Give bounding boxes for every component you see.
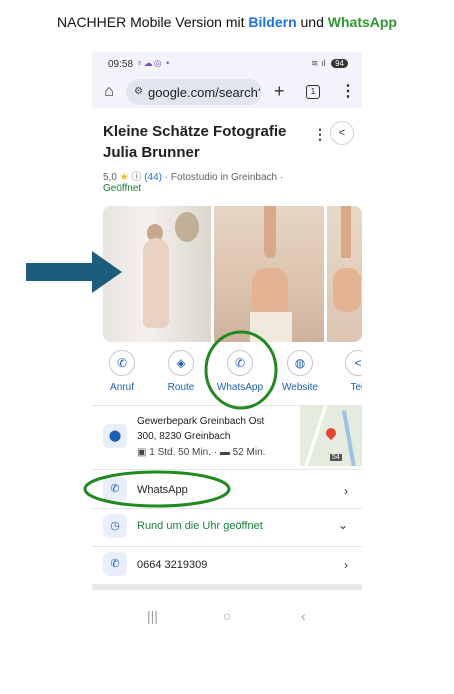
phone-screen: 09:58 ♆☁◎ • ≋ ıl 94 ⌂ ⚙ google.com/searc… bbox=[92, 52, 362, 642]
tabs-icon[interactable]: 1 bbox=[306, 85, 320, 99]
action-label: WhatsApp bbox=[216, 382, 264, 393]
home-icon[interactable]: ⌂ bbox=[100, 83, 118, 101]
more-vert-icon[interactable]: ⋮ bbox=[340, 81, 356, 101]
browser-toolbar: ⌂ ⚙ google.com/search?q + 1 ⋮ bbox=[92, 76, 362, 108]
address-line-2[interactable]: 300, 8230 Greinbach bbox=[137, 431, 230, 442]
overflow-menu-icon[interactable]: ⋮ bbox=[313, 126, 327, 143]
separator: · bbox=[213, 447, 218, 458]
photo-hand-2 bbox=[333, 268, 361, 312]
whatsapp-icon[interactable]: ✆ bbox=[227, 350, 253, 376]
system-nav-bar: ||| ○ ‹ bbox=[92, 608, 362, 638]
divider bbox=[92, 469, 362, 470]
notification-icons: ♆☁◎ • bbox=[136, 58, 171, 68]
map-road bbox=[302, 406, 327, 466]
caption-prefix: NACHHER Mobile Version mit bbox=[57, 14, 249, 30]
map-pin-icon bbox=[323, 425, 339, 441]
review-count[interactable]: (44) bbox=[144, 172, 162, 183]
action-whatsapp[interactable]: ✆ WhatsApp bbox=[210, 350, 270, 393]
plus-icon[interactable]: + bbox=[274, 81, 285, 102]
map-route-shield: 54 bbox=[330, 454, 342, 461]
address-bar[interactable]: ⚙ google.com/search?q bbox=[126, 79, 262, 105]
whatsapp-row-label[interactable]: WhatsApp bbox=[137, 484, 188, 496]
status-bar: 09:58 ♆☁◎ • ≋ ıl 94 bbox=[92, 52, 362, 76]
photo-sleeve bbox=[250, 312, 292, 342]
share-icon[interactable]: < bbox=[345, 350, 362, 376]
action-website[interactable]: ◍ Website bbox=[270, 350, 330, 393]
travel-times: ▣ 1 Std. 50 Min. · ▬ 52 Min. bbox=[137, 447, 265, 458]
action-buttons: ✆ Anruf ◈ Route ✆ WhatsApp ◍ Website < T… bbox=[92, 350, 362, 402]
chevron-down-icon[interactable]: ⌄ bbox=[338, 518, 348, 532]
drive-time: 52 Min. bbox=[232, 447, 266, 458]
divider bbox=[92, 546, 362, 547]
rating-line: 5,0 ★ ⓘ (44) · Fotostudio in Greinbach · bbox=[103, 168, 283, 183]
photo-carousel[interactable] bbox=[103, 206, 362, 342]
action-teilen[interactable]: < Teil bbox=[328, 350, 362, 393]
action-route[interactable]: ◈ Route bbox=[151, 350, 211, 393]
url-text[interactable]: google.com/search?q bbox=[148, 85, 260, 100]
car-icon: ▬ bbox=[219, 447, 230, 458]
pampas-plant bbox=[175, 212, 199, 242]
status-time: 09:58 bbox=[108, 59, 134, 70]
home-button-icon[interactable]: ○ bbox=[223, 608, 231, 624]
open-status: Geöffnet bbox=[103, 183, 142, 194]
address-line-1[interactable]: Gewerbepark Greinbach Ost bbox=[137, 416, 264, 427]
info-icon[interactable]: ⓘ bbox=[131, 172, 141, 183]
action-anruf[interactable]: ✆ Anruf bbox=[92, 350, 152, 393]
caption-bilder: Bildern bbox=[248, 14, 297, 30]
clock-icon: ◷ bbox=[103, 514, 127, 538]
battery-icon: 94 bbox=[331, 59, 348, 68]
site-settings-icon[interactable]: ⚙ bbox=[134, 86, 143, 97]
map-thumbnail[interactable]: 54 bbox=[300, 406, 362, 466]
phone-icon: ✆ bbox=[103, 552, 127, 576]
chevron-right-icon[interactable]: › bbox=[344, 484, 348, 498]
photo-figure-body bbox=[143, 238, 169, 328]
transit-time: 1 Std. 50 Min. bbox=[149, 447, 211, 458]
hours-row-label[interactable]: Rund um die Uhr geöffnet bbox=[137, 520, 263, 532]
photo-finger bbox=[264, 206, 276, 258]
phone-row-label[interactable]: 0664 3219309 bbox=[137, 559, 207, 571]
rating-value: 5,0 bbox=[103, 172, 117, 183]
business-title: Kleine Schätze Fotografie Julia Brunner bbox=[103, 123, 287, 161]
signal-icon: ≋ ıl bbox=[311, 58, 326, 68]
caption-und: und bbox=[296, 14, 328, 30]
photo-baby-hand-shape bbox=[252, 268, 288, 314]
status-right: ≋ ıl 94 bbox=[311, 58, 348, 69]
photo-baby-hand-2[interactable] bbox=[327, 206, 362, 342]
phone-icon[interactable]: ✆ bbox=[109, 350, 135, 376]
transit-icon: ▣ bbox=[137, 447, 147, 458]
chevron-right-icon[interactable]: › bbox=[344, 558, 348, 572]
directions-icon[interactable]: ◈ bbox=[168, 350, 194, 376]
star-icon: ★ bbox=[119, 172, 129, 183]
whatsapp-icon: ✆ bbox=[103, 477, 127, 501]
caption-whatsapp: WhatsApp bbox=[327, 14, 397, 30]
globe-icon[interactable]: ◍ bbox=[287, 350, 313, 376]
recent-apps-icon[interactable]: ||| bbox=[147, 608, 158, 624]
action-label: Route bbox=[167, 382, 195, 393]
bottom-strip bbox=[92, 584, 362, 590]
page-caption: NACHHER Mobile Version mit Bildern und W… bbox=[0, 14, 454, 30]
location-pin-icon: ⬤ bbox=[103, 424, 127, 448]
photo-finger-2 bbox=[341, 206, 351, 258]
map-river bbox=[341, 410, 359, 466]
share-icon[interactable]: < bbox=[330, 121, 354, 145]
photo-baby-hand[interactable] bbox=[214, 206, 324, 342]
pointer-arrow bbox=[26, 251, 122, 293]
divider bbox=[92, 508, 362, 509]
action-label: Teil bbox=[350, 382, 362, 393]
action-label: Website bbox=[282, 382, 318, 393]
back-icon[interactable]: ‹ bbox=[301, 608, 306, 624]
action-label: Anruf bbox=[110, 382, 134, 393]
business-category: · Fotostudio in Greinbach · bbox=[164, 172, 284, 183]
